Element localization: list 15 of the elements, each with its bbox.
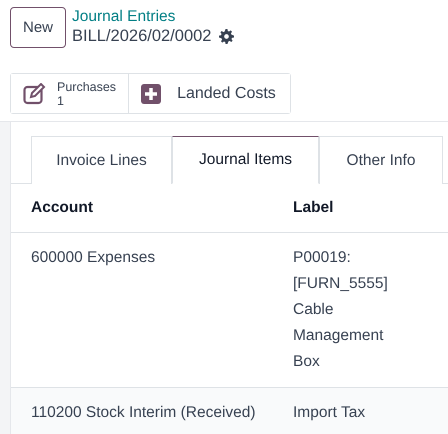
plus-icon — [141, 84, 162, 104]
tab[interactable]: Invoice Lines — [31, 136, 172, 184]
landed-costs-button[interactable]: Landed Costs — [128, 74, 290, 113]
tab[interactable]: Journal Items — [172, 136, 319, 184]
tab[interactable]: Other Info — [319, 136, 443, 184]
breadcrumb-link[interactable]: Journal Entries — [72, 8, 234, 26]
table-cell: 110200 Stock Interim (Received) — [11, 388, 293, 434]
column-header: Account — [11, 184, 293, 232]
new-button[interactable]: New — [10, 7, 66, 48]
column-header: Label — [293, 184, 448, 232]
table-cell-text: Import Tax — [293, 403, 366, 423]
record-title: BILL/2026/02/0002 — [72, 27, 212, 46]
table-cell: 600000 Expenses — [11, 232, 293, 388]
table-cell-text: P00019: [FURN_5555] Cable Management Box — [293, 248, 389, 372]
settings-icon[interactable] — [219, 29, 234, 44]
